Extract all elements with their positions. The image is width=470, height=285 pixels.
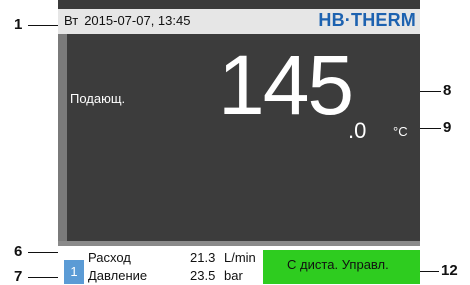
measurement-list: Расход 21.3 L/min Давление 23.5 bar	[88, 250, 258, 284]
brand-logo: HB·THERM	[318, 10, 416, 30]
measurement-row-flow: Расход 21.3 L/min	[88, 250, 258, 268]
date-time-value: 2015-07-07, 13:45	[84, 13, 191, 28]
callout-9: 9	[443, 119, 452, 136]
info-bar: 1 Расход 21.3 L/min Давление 23.5 bar С …	[58, 246, 420, 284]
temperature-value: 145	[218, 38, 354, 132]
panel-side-strip	[58, 34, 67, 246]
temperature-panel[interactable]: Подающ. 145 .0 °C	[58, 34, 420, 246]
zone-label: Подающ.	[70, 91, 126, 106]
flow-label: Расход	[88, 250, 131, 265]
callout-8: 8	[443, 82, 452, 99]
pressure-value: 23.5	[190, 268, 216, 283]
measurement-row-pressure: Давление 23.5 bar	[88, 268, 258, 284]
callout-1: 1	[14, 16, 23, 33]
unit-number-badge[interactable]: 1	[64, 260, 84, 284]
status-bar: Вт 2015-07-07, 13:45 HB·THERM	[58, 9, 420, 34]
weekday: Вт	[64, 13, 79, 28]
flow-value: 21.3	[190, 250, 216, 265]
callout-7: 7	[14, 268, 23, 285]
callout-12: 12	[441, 262, 458, 279]
temperature-decimal: .0	[348, 118, 367, 143]
flow-unit: L/min	[224, 250, 256, 265]
temperature-unit: °C	[393, 124, 408, 139]
callout-6: 6	[14, 243, 23, 260]
device-screen: Вт 2015-07-07, 13:45 HB·THERM Подающ. 145…	[58, 0, 420, 284]
pressure-unit: bar	[224, 268, 243, 283]
remote-control-button[interactable]: С дистa. Управл.	[263, 250, 420, 284]
pressure-label: Давление	[88, 268, 148, 283]
date-time: Вт 2015-07-07, 13:45	[64, 13, 196, 28]
